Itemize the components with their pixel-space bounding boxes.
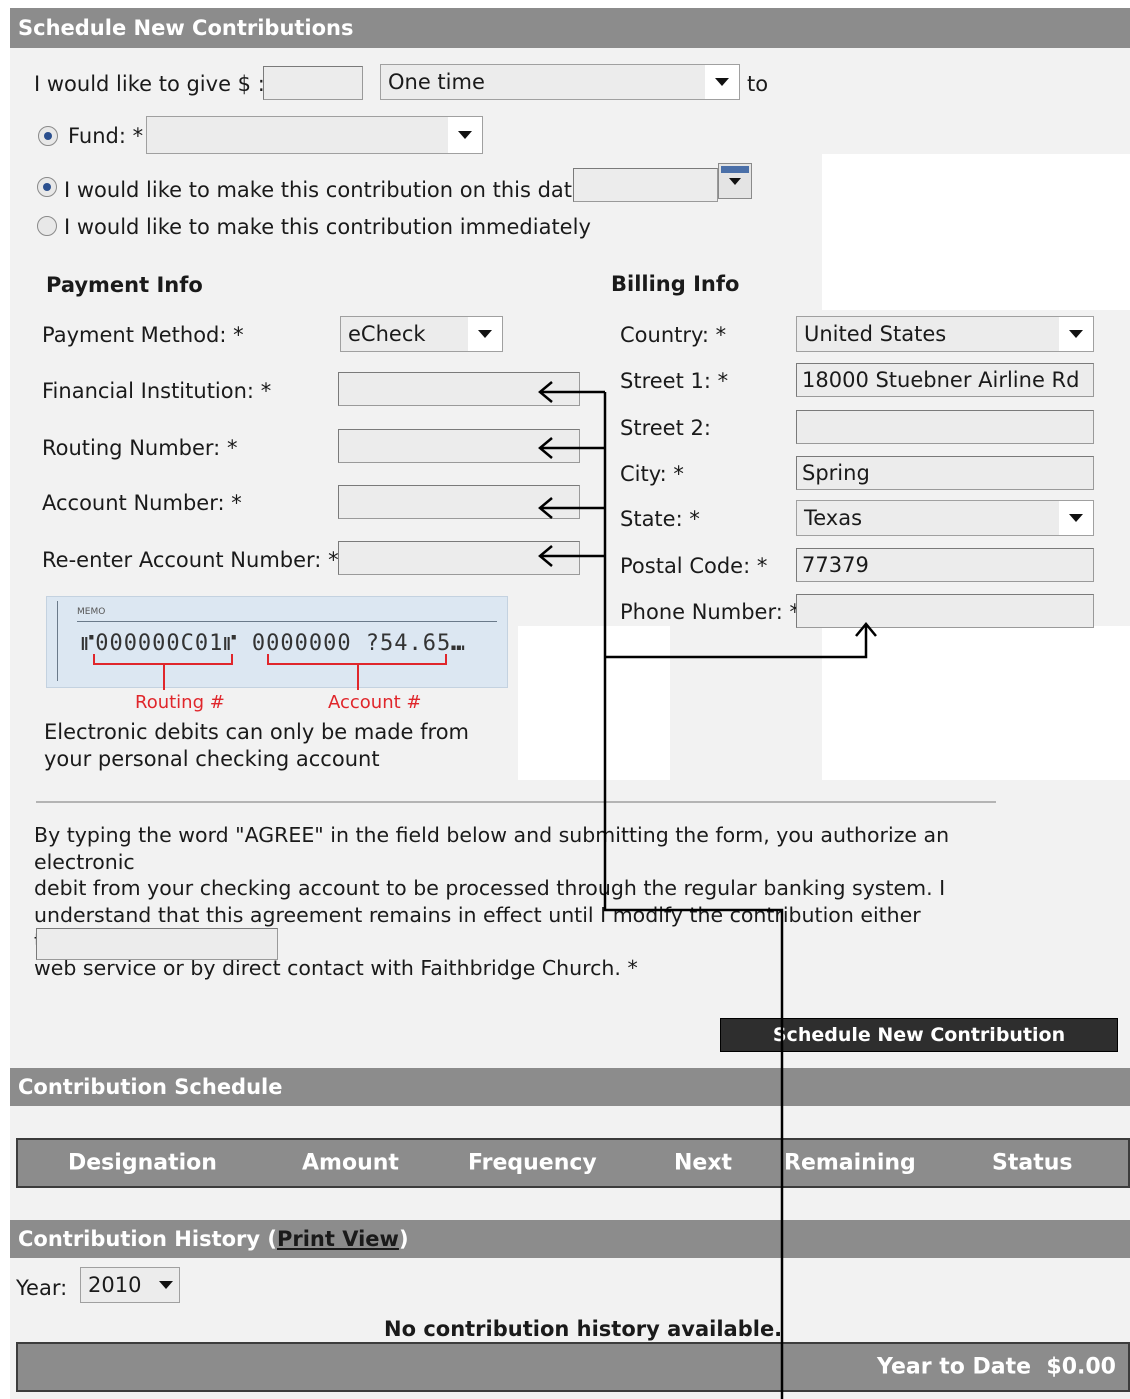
contribution-history-title: Contribution History ( <box>18 1227 277 1251</box>
payment-method-label: Payment Method: * <box>42 323 244 347</box>
street2-label: Street 2: <box>620 416 711 440</box>
chevron-down-icon <box>149 1268 179 1302</box>
chevron-down-icon <box>468 317 502 351</box>
chevron-down-icon <box>1059 501 1093 535</box>
year-to-date-bar: Year to Date $0.00 <box>16 1342 1130 1392</box>
contribution-history-header: Contribution History (Print View) <box>10 1220 1130 1258</box>
give-amount-label: I would like to give $ : * <box>34 72 282 96</box>
frequency-select[interactable]: One time <box>380 64 740 100</box>
city-label: City: * <box>620 462 684 486</box>
payment-info-title: Payment Info <box>46 273 203 297</box>
immediate-option-radio[interactable] <box>37 216 57 236</box>
year-select[interactable]: 2010 <box>80 1267 180 1303</box>
year-label: Year: <box>16 1276 68 1300</box>
calendar-icon[interactable] <box>718 163 752 199</box>
contribution-schedule-header: Contribution Schedule <box>10 1068 1130 1106</box>
account-number-label: Account Number: * <box>42 491 242 515</box>
reenter-account-number-input[interactable] <box>338 541 580 575</box>
payment-method-value: eCheck <box>348 322 426 346</box>
agree-input[interactable] <box>36 928 278 960</box>
country-label: Country: * <box>620 323 727 347</box>
section-divider <box>36 801 996 803</box>
account-number-input[interactable] <box>338 485 580 519</box>
blank-area <box>822 154 1130 310</box>
column-remaining[interactable]: Remaining <box>784 1151 916 1176</box>
check-memo-text: MEMO <box>77 607 106 617</box>
check-bracket-lines <box>93 654 447 690</box>
schedule-table-header: Designation Amount Frequency Next Remain… <box>16 1138 1130 1188</box>
date-option-radio[interactable] <box>37 177 57 197</box>
blank-area <box>822 626 1130 780</box>
to-label: to <box>747 72 769 96</box>
column-amount[interactable]: Amount <box>302 1151 399 1176</box>
routing-caption: Routing # <box>135 692 225 713</box>
street1-label: Street 1: * <box>620 369 729 393</box>
routing-number-input[interactable] <box>338 429 580 463</box>
postal-code-input[interactable]: 77379 <box>796 548 1094 582</box>
schedule-section-title: Schedule New Contributions <box>18 16 354 40</box>
schedule-new-contribution-button[interactable]: Schedule New Contribution <box>720 1018 1118 1052</box>
phone-number-input[interactable] <box>796 594 1094 628</box>
state-select[interactable]: Texas <box>796 500 1094 536</box>
postal-code-label: Postal Code: * <box>620 554 768 578</box>
column-status[interactable]: Status <box>992 1151 1072 1176</box>
billing-info-title: Billing Info <box>611 272 740 296</box>
chevron-down-icon <box>705 65 739 99</box>
fund-radio[interactable] <box>38 126 58 146</box>
column-designation[interactable]: Designation <box>68 1151 217 1176</box>
routing-number-label: Routing Number: * <box>42 436 238 460</box>
financial-institution-label: Financial Institution: * <box>42 379 272 403</box>
column-frequency[interactable]: Frequency <box>468 1151 597 1176</box>
contribution-date-input[interactable] <box>573 168 718 202</box>
city-input[interactable]: Spring <box>796 456 1094 490</box>
column-next[interactable]: Next <box>674 1151 732 1176</box>
street1-input[interactable]: 18000 Stuebner Airline Rd <box>796 363 1094 397</box>
state-label: State: * <box>620 507 700 531</box>
chevron-down-icon <box>448 117 482 153</box>
year-value: 2010 <box>88 1273 142 1297</box>
contribution-schedule-title: Contribution Schedule <box>18 1075 283 1099</box>
echeck-note: Electronic debits can only be made from … <box>44 720 469 771</box>
payment-method-select[interactable]: eCheck <box>340 316 503 352</box>
give-amount-input[interactable] <box>263 66 363 100</box>
state-value: Texas <box>804 506 863 530</box>
phone-number-label: Phone Number: * <box>620 600 800 624</box>
empty-history-message: No contribution history available. <box>384 1317 783 1341</box>
fund-select[interactable] <box>146 116 483 154</box>
street2-input[interactable] <box>796 410 1094 444</box>
year-to-date-total: Year to Date $0.00 <box>877 1354 1116 1380</box>
account-caption: Account # <box>328 692 422 713</box>
frequency-value: One time <box>388 70 485 94</box>
fund-label: Fund: * <box>68 124 144 148</box>
immediate-option-label: I would like to make this contribution i… <box>64 215 591 239</box>
country-select[interactable]: United States <box>796 316 1094 352</box>
country-value: United States <box>804 322 947 346</box>
chevron-down-icon <box>1059 317 1093 351</box>
schedule-section-header: Schedule New Contributions <box>10 8 1130 48</box>
date-option-label: I would like to make this contribution o… <box>64 178 609 202</box>
reenter-account-number-label: Re-enter Account Number: * <box>42 548 339 572</box>
print-view-link[interactable]: Print View <box>277 1227 399 1251</box>
blank-area <box>518 626 670 780</box>
financial-institution-input[interactable] <box>338 372 580 406</box>
